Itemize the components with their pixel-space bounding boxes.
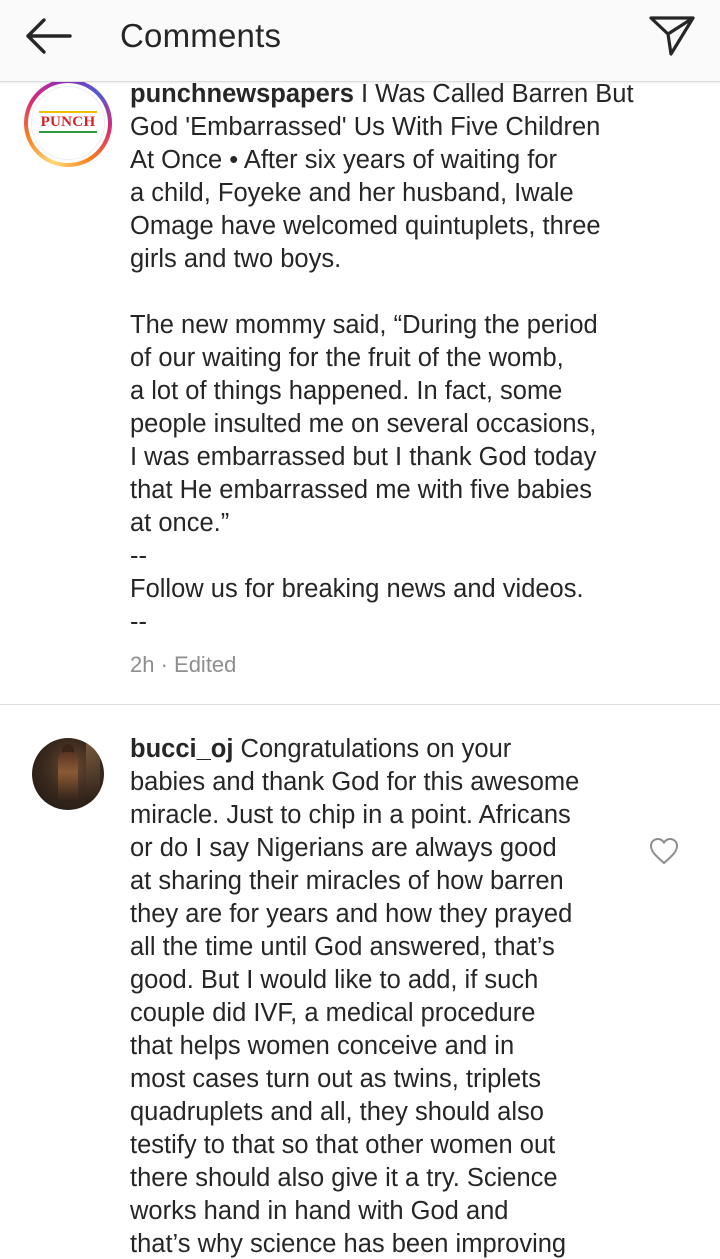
caption-line: that He embarrassed me with five babies	[130, 476, 593, 504]
top-bar: Comments	[0, 0, 720, 82]
comment-item: bucci_oj Congratulations on your babies …	[0, 706, 720, 1259]
comment-text: bucci_oj Congratulations on your babies …	[130, 733, 660, 1259]
comment-line: all the time until God answered, that’s	[130, 933, 555, 961]
comment-line: good. But I would like to add, if such	[130, 966, 539, 994]
comment-line: babies and thank God for this awesome	[130, 768, 580, 796]
page-title: Comments	[120, 17, 282, 54]
comment-line: Congratulations on your	[233, 735, 512, 763]
comment-line: that’s why science has been improving	[130, 1230, 567, 1258]
comment-line: that helps women conceive and in	[130, 1032, 515, 1060]
avatar[interactable]	[32, 738, 104, 810]
caption-line: The new mommy said, “During the period	[130, 311, 598, 339]
caption-line: people insulted me on several occasions,	[130, 410, 597, 438]
caption-text: punchnewspapers I Was Called Barren But …	[130, 82, 660, 639]
arrow-left-icon	[26, 18, 72, 54]
comment-line: at sharing their miracles of how barren	[130, 867, 564, 895]
caption-line: Omage have welcomed quintuplets, three	[130, 212, 601, 240]
caption-line: I Was Called Barren But	[353, 82, 634, 108]
comment-line: couple did IVF, a medical procedure	[130, 999, 536, 1027]
comment-line: they are for years and how they prayed	[130, 900, 573, 928]
caption-line: Follow us for breaking news and videos.	[130, 575, 584, 603]
caption-line: girls and two boys.	[130, 245, 342, 273]
comment-line: works hand in hand with God and	[130, 1197, 509, 1225]
punch-logo-text: PUNCH	[38, 111, 98, 133]
back-button[interactable]	[18, 12, 78, 60]
comment-line: testify to that so that other women out	[130, 1131, 556, 1159]
punch-logo: PUNCH	[31, 86, 105, 160]
caption-timestamp: 2h · Edited	[130, 652, 237, 677]
comment-line: quadruplets and all, they should also	[130, 1098, 544, 1126]
comment-line: or do I say Nigerians are always good	[130, 834, 557, 862]
caption-line: I was embarrassed but I thank God today	[130, 443, 597, 471]
caption-line: At Once • After six years of waiting for	[130, 146, 558, 174]
post-caption: PUNCH punchnewspapers I Was Called Barre…	[0, 82, 720, 705]
caption-line: at once.”	[130, 509, 230, 537]
caption-line: a child, Foyeke and her husband, Iwale	[130, 179, 574, 207]
caption-line: --	[130, 542, 147, 570]
caption-line: --	[130, 608, 147, 636]
caption-username[interactable]: punchnewspapers	[130, 82, 354, 108]
like-comment-button[interactable]	[648, 836, 680, 866]
avatar[interactable]: PUNCH	[24, 82, 112, 167]
caption-line: God 'Embarrassed' Us With Five Children	[130, 113, 601, 141]
paper-plane-icon	[649, 16, 695, 56]
direct-message-button[interactable]	[644, 10, 700, 60]
heart-outline-icon	[650, 838, 678, 864]
comment-line: miracle. Just to chip in a point. Africa…	[130, 801, 571, 829]
comment-username[interactable]: bucci_oj	[130, 735, 233, 763]
caption-line: of our waiting for the fruit of the womb…	[130, 344, 564, 372]
comments-list[interactable]: PUNCH punchnewspapers I Was Called Barre…	[0, 82, 720, 1259]
comment-line: most cases turn out as twins, triplets	[130, 1065, 541, 1093]
caption-line: a lot of things happened. In fact, some	[130, 377, 563, 405]
comment-line: there should also give it a try. Science	[130, 1164, 558, 1192]
